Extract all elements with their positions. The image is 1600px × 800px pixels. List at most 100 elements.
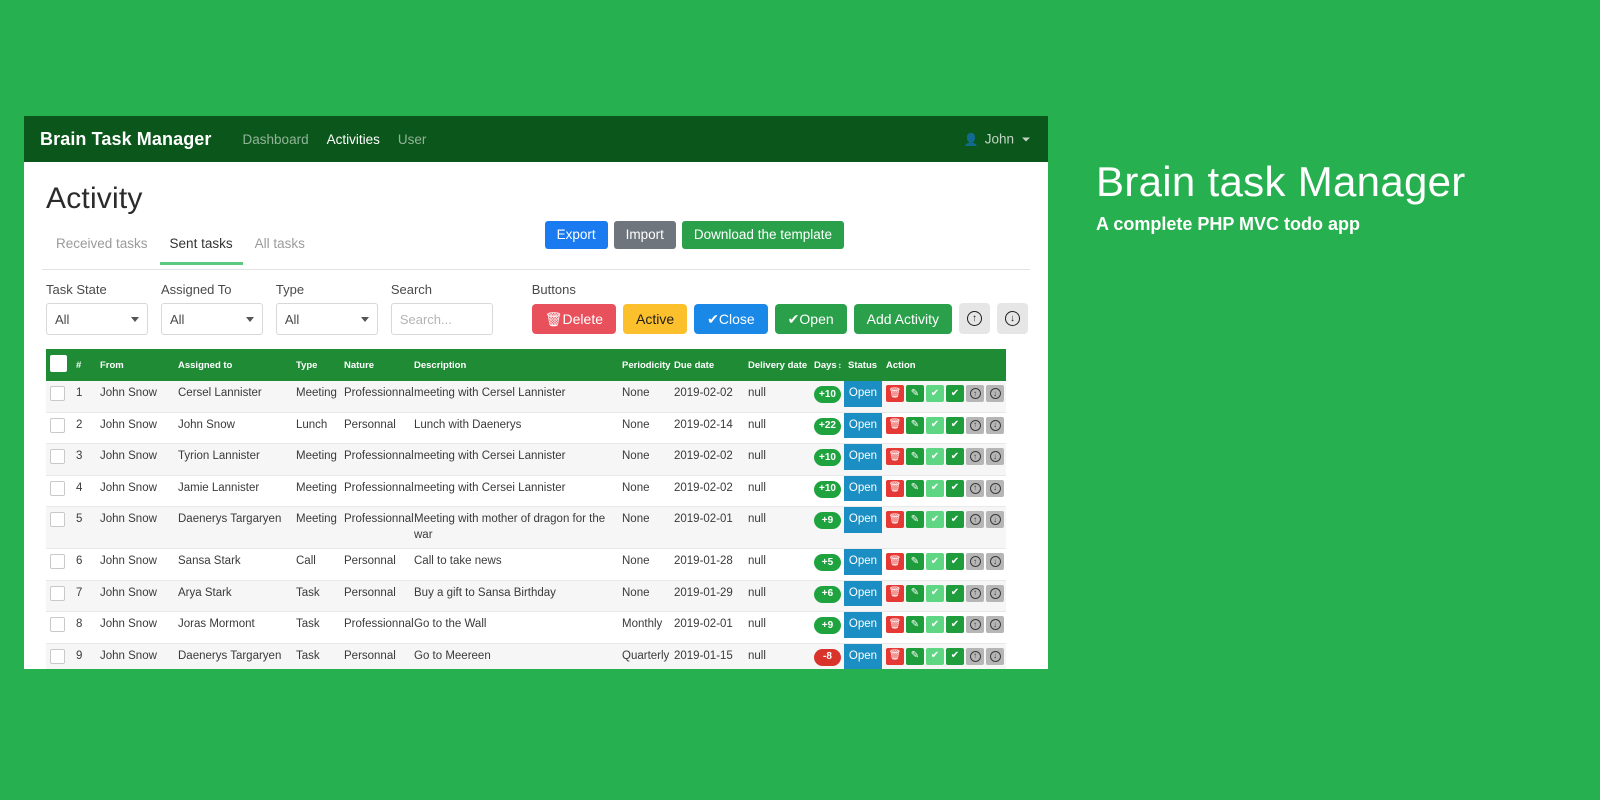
circle-arrow-down-icon[interactable]: ↓ <box>986 511 1004 528</box>
row-checkbox[interactable] <box>50 554 65 569</box>
nav-link-dashboard[interactable]: Dashboard <box>234 128 318 151</box>
row-checkbox[interactable] <box>50 386 65 401</box>
th-assigned-to[interactable]: Assigned to <box>174 349 292 381</box>
active-button[interactable]: Active <box>623 304 687 334</box>
row-checkbox[interactable] <box>50 649 65 664</box>
circle-arrow-up-icon[interactable]: ↑ <box>966 448 984 465</box>
circle-arrow-down-icon[interactable]: ↓ <box>986 585 1004 602</box>
check-light-icon[interactable]: ✔ <box>926 385 944 402</box>
table-row[interactable]: 7John SnowArya StarkTaskPersonnalBuy a g… <box>46 580 1006 612</box>
check-dark-icon[interactable]: ✔ <box>946 448 964 465</box>
circle-arrow-up-icon[interactable]: ↑ <box>966 553 984 570</box>
table-row[interactable]: 1John SnowCersel LannisterMeetingProfess… <box>46 381 1006 412</box>
circle-arrow-down-button[interactable]: ↓ <box>997 303 1028 334</box>
row-checkbox[interactable] <box>50 617 65 632</box>
check-dark-icon[interactable]: ✔ <box>946 417 964 434</box>
pencil-edit-icon[interactable]: ✎ <box>906 616 924 633</box>
check-dark-icon[interactable]: ✔ <box>946 585 964 602</box>
th-description[interactable]: Description <box>410 349 618 381</box>
download-template-button[interactable]: Download the template <box>682 221 844 249</box>
check-dark-icon[interactable]: ✔ <box>946 511 964 528</box>
check-light-icon[interactable]: ✔ <box>926 448 944 465</box>
check-dark-icon[interactable]: ✔ <box>946 553 964 570</box>
th-from[interactable]: From <box>96 349 174 381</box>
trash-icon[interactable]: 🗑 <box>886 480 904 497</box>
nav-link-activities[interactable]: Activities <box>318 128 389 151</box>
select-all-checkbox[interactable] <box>50 355 67 372</box>
circle-arrow-up-button[interactable]: ↑ <box>959 303 990 334</box>
status-badge[interactable]: Open <box>844 581 882 607</box>
circle-arrow-up-icon[interactable]: ↑ <box>966 585 984 602</box>
th-number[interactable]: # <box>72 349 96 381</box>
pencil-edit-icon[interactable]: ✎ <box>906 585 924 602</box>
circle-arrow-down-icon[interactable]: ↓ <box>986 417 1004 434</box>
row-checkbox[interactable] <box>50 481 65 496</box>
trash-icon[interactable]: 🗑 <box>886 616 904 633</box>
trash-icon[interactable]: 🗑 <box>886 511 904 528</box>
table-row[interactable]: 6John SnowSansa StarkCallPersonnalCall t… <box>46 549 1006 581</box>
row-checkbox[interactable] <box>50 586 65 601</box>
pencil-edit-icon[interactable]: ✎ <box>906 385 924 402</box>
check-light-icon[interactable]: ✔ <box>926 648 944 665</box>
pencil-edit-icon[interactable]: ✎ <box>906 480 924 497</box>
pencil-edit-icon[interactable]: ✎ <box>906 648 924 665</box>
status-badge[interactable]: Open <box>844 644 882 669</box>
check-dark-icon[interactable]: ✔ <box>946 648 964 665</box>
check-light-icon[interactable]: ✔ <box>926 553 944 570</box>
trash-icon[interactable]: 🗑 <box>886 448 904 465</box>
tab-received-tasks[interactable]: Received tasks <box>46 230 158 265</box>
check-light-icon[interactable]: ✔ <box>926 480 944 497</box>
th-type[interactable]: Type <box>292 349 340 381</box>
trash-icon[interactable]: 🗑 <box>886 553 904 570</box>
status-badge[interactable]: Open <box>844 549 882 575</box>
circle-arrow-down-icon[interactable]: ↓ <box>986 616 1004 633</box>
user-menu[interactable]: 👤 John <box>964 132 1030 147</box>
pencil-edit-icon[interactable]: ✎ <box>906 448 924 465</box>
th-due-date[interactable]: Due date <box>670 349 744 381</box>
th-periodicity[interactable]: Periodicity <box>618 349 670 381</box>
table-row[interactable]: 8John SnowJoras MormontTaskProfessionnal… <box>46 612 1006 644</box>
nav-link-user[interactable]: User <box>389 128 436 151</box>
table-row[interactable]: 4John SnowJamie LannisterMeetingProfessi… <box>46 475 1006 507</box>
row-checkbox[interactable] <box>50 418 65 433</box>
check-dark-icon[interactable]: ✔ <box>946 385 964 402</box>
task-state-select[interactable]: All <box>46 303 148 335</box>
status-badge[interactable]: Open <box>844 444 882 470</box>
circle-arrow-up-icon[interactable]: ↑ <box>966 511 984 528</box>
close-button[interactable]: ✔Close <box>694 304 768 334</box>
circle-arrow-down-icon[interactable]: ↓ <box>986 448 1004 465</box>
check-light-icon[interactable]: ✔ <box>926 616 944 633</box>
circle-arrow-down-icon[interactable]: ↓ <box>986 553 1004 570</box>
check-light-icon[interactable]: ✔ <box>926 585 944 602</box>
assigned-to-select[interactable]: All <box>161 303 263 335</box>
row-checkbox[interactable] <box>50 449 65 464</box>
th-status[interactable]: Status <box>844 349 882 381</box>
table-row[interactable]: 3John SnowTyrion LannisterMeetingProfess… <box>46 444 1006 476</box>
add-activity-button[interactable]: Add Activity <box>854 304 952 334</box>
circle-arrow-up-icon[interactable]: ↑ <box>966 417 984 434</box>
search-input[interactable]: Search... <box>391 303 493 335</box>
circle-arrow-down-icon[interactable]: ↓ <box>986 385 1004 402</box>
app-brand[interactable]: Brain Task Manager <box>40 129 212 150</box>
circle-arrow-down-icon[interactable]: ↓ <box>986 480 1004 497</box>
trash-icon[interactable]: 🗑 <box>886 648 904 665</box>
circle-arrow-up-icon[interactable]: ↑ <box>966 480 984 497</box>
status-badge[interactable]: Open <box>844 476 882 502</box>
check-light-icon[interactable]: ✔ <box>926 511 944 528</box>
status-badge[interactable]: Open <box>844 507 882 533</box>
th-days[interactable]: Days↕ <box>810 349 844 381</box>
circle-arrow-down-icon[interactable]: ↓ <box>986 648 1004 665</box>
trash-icon[interactable]: 🗑 <box>886 585 904 602</box>
type-select[interactable]: All <box>276 303 378 335</box>
pencil-edit-icon[interactable]: ✎ <box>906 511 924 528</box>
status-badge[interactable]: Open <box>844 612 882 638</box>
th-delivery-date[interactable]: Delivery date <box>744 349 810 381</box>
check-dark-icon[interactable]: ✔ <box>946 616 964 633</box>
pencil-edit-icon[interactable]: ✎ <box>906 553 924 570</box>
open-button[interactable]: ✔Open <box>775 304 847 334</box>
status-badge[interactable]: Open <box>844 413 882 439</box>
delete-button[interactable]: 🗑Delete <box>532 304 616 334</box>
check-light-icon[interactable]: ✔ <box>926 417 944 434</box>
table-row[interactable]: 2John SnowJohn SnowLunchPersonnalLunch w… <box>46 412 1006 444</box>
circle-arrow-up-icon[interactable]: ↑ <box>966 385 984 402</box>
